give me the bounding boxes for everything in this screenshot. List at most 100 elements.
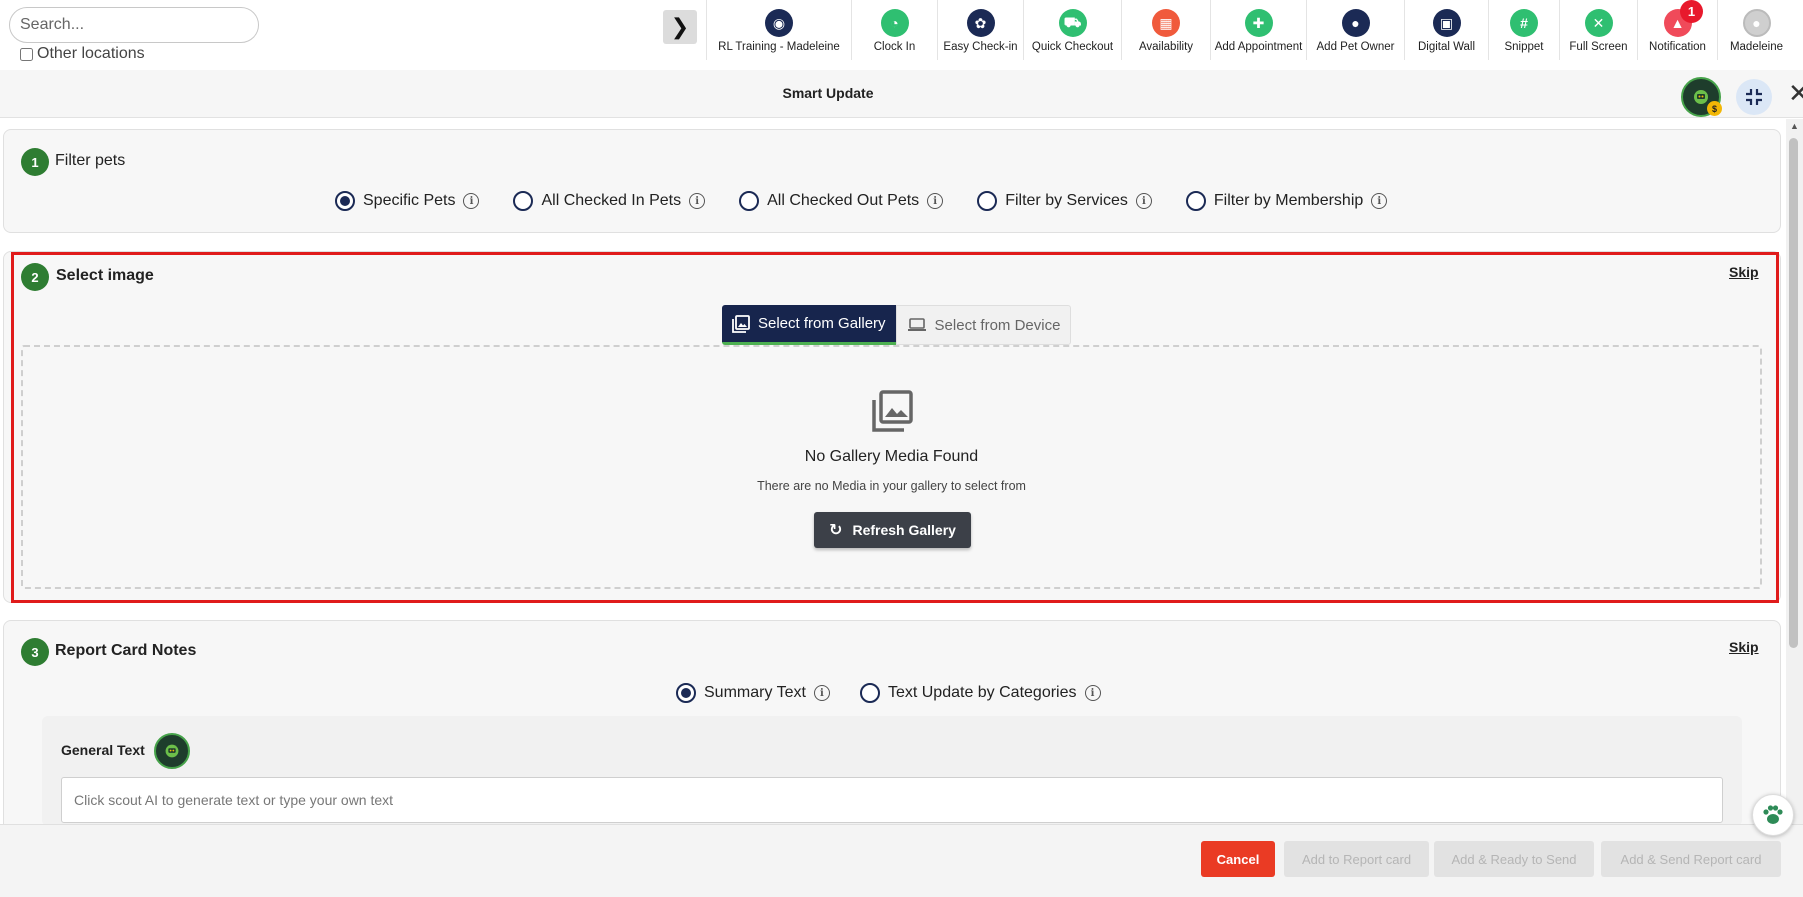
nav-item[interactable]: ● Madeleine: [1717, 0, 1795, 60]
info-icon[interactable]: i: [813, 685, 830, 701]
filter-options: Specific Pets i All Checked In Pets i All Ch…: [335, 191, 1421, 211]
search-input[interactable]: [9, 7, 259, 43]
tab-label: Select from Gallery: [758, 315, 886, 332]
radio-circle[interactable]: [739, 191, 760, 211]
nav-item[interactable]: ◉ RL Training - Madeleine: [706, 0, 851, 60]
add-send-report-card-button[interactable]: Add & Send Report card: [1601, 841, 1781, 877]
gallery-icon: [732, 314, 750, 333]
nav-item[interactable]: ✕ Full Screen: [1559, 0, 1637, 60]
radio-option[interactable]: All Checked Out Pets i: [739, 191, 944, 211]
paw-icon: [1763, 805, 1783, 824]
expand-nav-button[interactable]: ❯: [663, 10, 697, 44]
tab-select-from-gallery[interactable]: Select from Gallery: [722, 305, 896, 345]
nav-item[interactable]: ◔ Clock In: [851, 0, 937, 60]
refresh-gallery-button[interactable]: ↻ Refresh Gallery: [814, 512, 971, 548]
info-icon[interactable]: i: [689, 193, 706, 209]
radio-label: Filter by Services: [1005, 192, 1128, 209]
radio-circle[interactable]: [977, 191, 998, 211]
nav-item[interactable]: ▲ Notification 1: [1637, 0, 1717, 60]
add-ready-to-send-button[interactable]: Add & Ready to Send: [1434, 841, 1594, 877]
nav-item[interactable]: ● Add Pet Owner: [1306, 0, 1404, 60]
nav-item[interactable]: ▦ Availability: [1121, 0, 1210, 60]
section-title: Select image: [56, 267, 154, 284]
nav-item-label: Clock In: [873, 41, 916, 53]
info-icon[interactable]: i: [927, 193, 944, 209]
skip-link[interactable]: Skip: [1729, 264, 1759, 280]
collapse-button[interactable]: [1736, 79, 1772, 115]
radio-label: Summary Text: [704, 684, 806, 701]
gallery-dropzone: [21, 345, 1762, 589]
modal-header: Smart Update $ ✕: [0, 70, 1803, 118]
add-user-icon: ●: [1341, 9, 1370, 37]
radio-dot: [681, 688, 691, 698]
clock-icon: ◔: [880, 9, 909, 37]
close-icon[interactable]: ✕: [1788, 80, 1803, 106]
radio-label: Specific Pets: [363, 192, 456, 209]
skip-link[interactable]: Skip: [1729, 639, 1759, 655]
radio-label: All Checked Out Pets: [767, 192, 920, 209]
step-number: 1: [21, 148, 49, 176]
scout-ai-avatar[interactable]: $: [1681, 77, 1722, 117]
radio-circle[interactable]: [676, 683, 696, 703]
info-icon[interactable]: i: [1135, 193, 1152, 209]
radio-circle[interactable]: [513, 191, 534, 211]
nav-item-label: Easy Check-in: [943, 41, 1018, 53]
filter-pets-section: [3, 129, 1781, 233]
action-footer: Cancel Add to Report card Add & Ready to…: [0, 824, 1803, 897]
radio-option[interactable]: Specific Pets i: [335, 191, 480, 211]
other-locations-label: Other locations: [37, 45, 145, 62]
general-text-input[interactable]: [61, 777, 1723, 823]
radio-circle[interactable]: [1185, 191, 1206, 211]
page-title: Smart Update: [782, 85, 874, 101]
fullscreen-icon: ✕: [1584, 9, 1613, 37]
nav-item-label: Add Pet Owner: [1316, 41, 1395, 53]
radio-circle[interactable]: [335, 191, 355, 211]
radio-option[interactable]: All Checked In Pets i: [513, 191, 706, 211]
empty-state-title: No Gallery Media Found: [804, 448, 979, 465]
map-pin-icon: ◉: [765, 9, 793, 37]
refresh-icon: ↻: [829, 522, 843, 539]
radio-label: Text Update by Categories: [887, 684, 1077, 701]
radio-option[interactable]: Filter by Membership i: [1185, 191, 1388, 211]
nav-item-label: Madeleine: [1729, 41, 1784, 53]
hash-icon: #: [1510, 9, 1538, 37]
nav-item-label: Digital Wall: [1417, 41, 1476, 53]
nav-item-label: Snippet: [1504, 41, 1544, 53]
collapse-icon: [1746, 89, 1762, 105]
scroll-up-icon[interactable]: ▲: [1790, 121, 1799, 131]
tab-select-from-device[interactable]: Select from Device: [895, 305, 1072, 345]
nav-item-label: Full Screen: [1569, 41, 1628, 53]
radio-label: All Checked In Pets: [541, 192, 682, 209]
nav-item[interactable]: # Snippet: [1488, 0, 1559, 60]
radio-option[interactable]: Text Update by Categories i: [859, 683, 1101, 703]
section-title: Report Card Notes: [55, 642, 197, 659]
gallery-empty-icon: [872, 390, 913, 432]
scout-ai-button[interactable]: [154, 733, 190, 769]
section-title: Filter pets: [55, 152, 126, 169]
other-locations-toggle[interactable]: Other locations: [20, 45, 145, 63]
nav-item[interactable]: ⛟ Quick Checkout: [1023, 0, 1121, 60]
avatar-icon: ●: [1742, 9, 1771, 37]
radio-circle[interactable]: [859, 683, 880, 703]
add-to-report-card-button[interactable]: Add to Report card: [1284, 841, 1429, 877]
pet-chat-button[interactable]: [1752, 794, 1794, 836]
info-icon[interactable]: i: [1084, 685, 1101, 701]
top-bar: Other locations ❯ ◉ RL Training - Madelei…: [0, 0, 1803, 70]
radio-option[interactable]: Filter by Services i: [977, 191, 1152, 211]
radio-option[interactable]: Summary Text i: [676, 683, 830, 703]
laptop-icon: [907, 318, 926, 331]
cancel-button[interactable]: Cancel: [1201, 841, 1275, 877]
nav-item-label: Add Appointment: [1214, 41, 1303, 53]
nav-item[interactable]: ✚ Add Appointment: [1210, 0, 1306, 60]
add-appointment-icon: ✚: [1244, 9, 1273, 37]
info-icon[interactable]: i: [463, 193, 480, 209]
nav-item[interactable]: ✿ Easy Check-in: [937, 0, 1023, 60]
radio-label: Filter by Membership: [1213, 192, 1364, 209]
notification-badge: 1: [1680, 0, 1703, 23]
radio-dot: [340, 196, 350, 206]
other-locations-checkbox[interactable]: [20, 47, 33, 61]
nav-item[interactable]: ▣ Digital Wall: [1404, 0, 1488, 60]
step-number: 2: [21, 263, 49, 291]
info-icon[interactable]: i: [1371, 193, 1388, 209]
scrollbar-thumb[interactable]: [1789, 138, 1798, 648]
